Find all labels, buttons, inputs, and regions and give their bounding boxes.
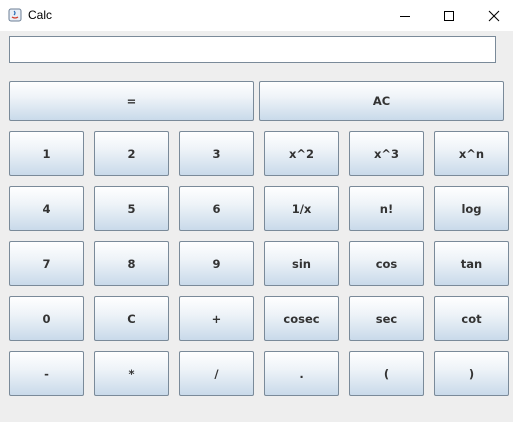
digit-8-button[interactable]: 8: [94, 241, 169, 286]
cos-button[interactable]: cos: [349, 241, 424, 286]
sec-button[interactable]: sec: [349, 296, 424, 341]
close-paren-button[interactable]: ): [434, 351, 509, 396]
divide-button[interactable]: /: [179, 351, 254, 396]
open-paren-button[interactable]: (: [349, 351, 424, 396]
factorial-button[interactable]: n!: [349, 186, 424, 231]
multiply-button[interactable]: *: [94, 351, 169, 396]
maximize-icon: [444, 10, 454, 21]
cosec-button[interactable]: cosec: [264, 296, 339, 341]
log-button[interactable]: log: [434, 186, 509, 231]
digit-4-button[interactable]: 4: [9, 186, 84, 231]
digit-5-button[interactable]: 5: [94, 186, 169, 231]
decimal-point-button[interactable]: .: [264, 351, 339, 396]
equals-button[interactable]: =: [9, 81, 254, 121]
sin-button[interactable]: sin: [264, 241, 339, 286]
maximize-button[interactable]: [426, 0, 472, 31]
window-title: Calc: [28, 8, 53, 22]
display-field[interactable]: [9, 36, 496, 63]
digit-9-button[interactable]: 9: [179, 241, 254, 286]
digit-3-button[interactable]: 3: [179, 131, 254, 176]
java-app-icon: [8, 8, 22, 22]
digit-2-button[interactable]: 2: [94, 131, 169, 176]
all-clear-button[interactable]: AC: [259, 81, 504, 121]
minimize-button[interactable]: [382, 0, 428, 31]
digit-6-button[interactable]: 6: [179, 186, 254, 231]
minus-button[interactable]: -: [9, 351, 84, 396]
clear-button[interactable]: C: [94, 296, 169, 341]
close-button[interactable]: [471, 0, 513, 31]
cot-button[interactable]: cot: [434, 296, 509, 341]
reciprocal-button[interactable]: 1/x: [264, 186, 339, 231]
digit-1-button[interactable]: 1: [9, 131, 84, 176]
power-n-button[interactable]: x^n: [434, 131, 509, 176]
plus-button[interactable]: +: [179, 296, 254, 341]
title-bar: Calc: [0, 0, 513, 31]
close-icon: [488, 10, 500, 21]
tan-button[interactable]: tan: [434, 241, 509, 286]
square-button[interactable]: x^2: [264, 131, 339, 176]
digit-7-button[interactable]: 7: [9, 241, 84, 286]
digit-0-button[interactable]: 0: [9, 296, 84, 341]
cube-button[interactable]: x^3: [349, 131, 424, 176]
minimize-icon: [400, 15, 410, 17]
